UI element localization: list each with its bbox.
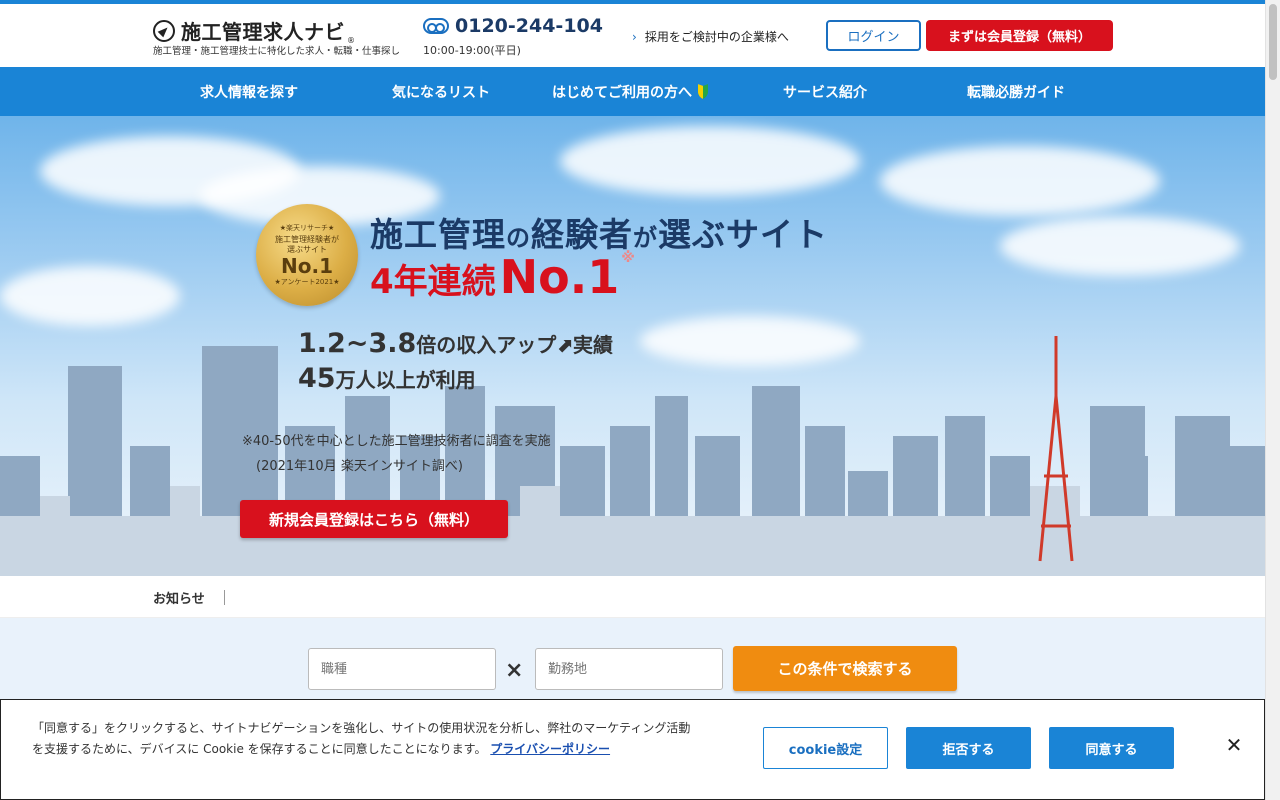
nav-item-favorites[interactable]: 気になるリスト <box>392 67 490 116</box>
beginner-mark-icon <box>698 85 709 99</box>
users-stat-value: 45 <box>298 363 336 394</box>
income-stat-value: 1.2~3.8 <box>298 328 417 359</box>
badge-no1-text: No.1 <box>281 254 333 278</box>
phone-contact[interactable]: 0120-244-104 <box>423 15 603 37</box>
survey-source: (2021年10月 楽天インサイト調べ) <box>256 459 463 474</box>
cookie-banner: 「同意する」をクリックすると、サイトナビゲーションを強化し、サイトの使用状況を分… <box>0 699 1265 800</box>
scrollbar-thumb[interactable] <box>1269 4 1277 80</box>
survey-note: ※40-50代を中心とした施工管理技術者に調査を実施 <box>242 434 551 449</box>
site-header: 施工管理求人ナビ ® 施工管理・施工管理技士に特化した求人・転職・仕事探し 01… <box>0 4 1265 67</box>
income-stat: 1.2~3.8倍の収入アップ⬈実績 <box>298 328 613 359</box>
cloud <box>1000 216 1240 276</box>
register-button[interactable]: まずは会員登録（無料） <box>926 20 1113 51</box>
phone-hours: 10:00-19:00(平日) <box>423 44 521 57</box>
cookie-message: 「同意する」をクリックすると、サイトナビゲーションを強化し、サイトの使用状況を分… <box>32 718 697 760</box>
users-stat-label: 万人以上が利用 <box>335 368 476 392</box>
nav-item-label: 求人情報を探す <box>200 84 298 101</box>
phone-number: 0120-244-104 <box>455 15 603 37</box>
cookie-settings-button[interactable]: cookie設定 <box>763 727 888 769</box>
income-stat-label: 倍の収入アップ⬈実績 <box>416 333 614 357</box>
city-skyline <box>0 336 1265 576</box>
users-stat: 45万人以上が利用 <box>298 363 476 394</box>
badge-mid-text: 施工管理経験者が 選ぶサイト <box>275 235 339 254</box>
cookie-reject-button[interactable]: 拒否する <box>906 727 1031 769</box>
search-button[interactable]: この条件で検索する <box>733 646 957 691</box>
headline-part: 選ぶ <box>658 215 726 254</box>
main-nav: 求人情報を探す 気になるリスト はじめてご利用の方へ サービス紹介 転職必勝ガイ… <box>0 67 1265 116</box>
news-divider <box>224 590 225 605</box>
page-scrollbar[interactable] <box>1265 0 1280 800</box>
badge-top-text: ★楽天リサーチ★ <box>279 224 335 232</box>
location-input[interactable] <box>535 648 723 690</box>
nav-item-label: サービス紹介 <box>783 84 867 101</box>
footnote-mark: ※ <box>621 250 635 266</box>
free-dial-icon <box>423 18 449 34</box>
logo-text: 施工管理求人ナビ <box>181 20 345 44</box>
cookie-accept-button[interactable]: 同意する <box>1049 727 1174 769</box>
hero-subheadline: 4年連続 No.1 ※ <box>370 250 635 304</box>
job-search-bar: × この条件で検索する <box>0 618 1265 700</box>
nav-item-search-jobs[interactable]: 求人情報を探す <box>200 67 298 116</box>
corporate-link-label: 採用をご検討中の企業様へ <box>644 30 789 44</box>
nav-item-first-time[interactable]: はじめてご利用の方へ <box>552 67 709 116</box>
nav-item-label: 気になるリスト <box>392 84 490 101</box>
nav-item-services[interactable]: サービス紹介 <box>783 67 867 116</box>
tokyo-tower-icon <box>1038 336 1074 562</box>
nav-item-guide[interactable]: 転職必勝ガイド <box>967 67 1065 116</box>
headline-part: サイト <box>726 215 828 254</box>
navigation-arrow-icon <box>153 19 175 42</box>
cloud <box>880 146 1160 216</box>
signup-cta-button[interactable]: 新規会員登録はこちら（無料） <box>240 500 508 538</box>
headline-part: 経験者 <box>531 215 633 254</box>
subheadline-part: No.1 <box>499 250 620 304</box>
headline-part: 施工管理 <box>370 215 506 254</box>
headline-part: の <box>506 224 531 252</box>
privacy-policy-link[interactable]: プライバシーポリシー <box>490 742 610 756</box>
corporate-link[interactable]: › 採用をご検討中の企業様へ <box>632 28 789 45</box>
nav-item-label: 転職必勝ガイド <box>967 84 1065 101</box>
site-logo[interactable]: 施工管理求人ナビ ® <box>153 16 355 45</box>
nav-item-label: はじめてご利用の方へ <box>552 84 692 101</box>
close-icon[interactable]: ✕ <box>1223 733 1245 757</box>
combine-icon: × <box>505 658 524 683</box>
no1-award-badge: ★楽天リサーチ★ 施工管理経験者が 選ぶサイト No.1 ★アンケート2021★ <box>256 204 358 306</box>
hero-banner: ★楽天リサーチ★ 施工管理経験者が 選ぶサイト No.1 ★アンケート2021★… <box>0 116 1265 576</box>
site-tagline: 施工管理・施工管理技士に特化した求人・転職・仕事探し <box>153 46 401 57</box>
badge-bottom-text: ★アンケート2021★ <box>274 278 340 286</box>
login-button[interactable]: ログイン <box>826 20 921 51</box>
chevron-right-icon: › <box>632 29 637 44</box>
headline-part: が <box>633 224 658 252</box>
cloud <box>0 266 180 326</box>
job-type-input[interactable] <box>308 648 496 690</box>
hero-headline: 施工管理の経験者が選ぶサイト <box>370 208 828 256</box>
subheadline-part: 4年連続 <box>370 262 496 302</box>
news-label: お知らせ <box>153 592 205 607</box>
cloud <box>560 126 860 196</box>
news-bar: お知らせ <box>0 576 1265 618</box>
